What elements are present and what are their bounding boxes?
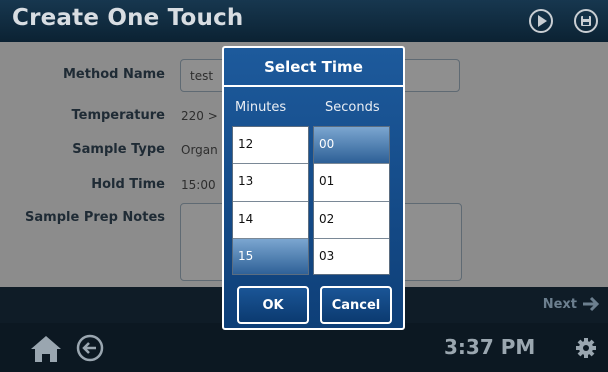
save-icon bbox=[581, 16, 591, 26]
temperature-value[interactable]: 220 > bbox=[181, 109, 218, 123]
sample-type-value[interactable]: Organ bbox=[181, 143, 218, 157]
save-button[interactable] bbox=[574, 9, 598, 33]
minute-option[interactable]: 13 bbox=[233, 164, 308, 202]
minute-option[interactable]: 12 bbox=[233, 127, 308, 165]
cancel-button[interactable]: Cancel bbox=[320, 286, 392, 324]
next-label: Next bbox=[542, 296, 577, 312]
home-icon[interactable] bbox=[30, 335, 62, 363]
seconds-picker[interactable]: 00 01 02 03 bbox=[313, 126, 390, 275]
minute-option-selected[interactable]: 15 bbox=[233, 238, 308, 274]
page-title: Create One Touch bbox=[12, 5, 244, 31]
minutes-header: Minutes bbox=[235, 100, 287, 115]
hold-time-label: Hold Time bbox=[91, 177, 165, 192]
sample-type-label: Sample Type bbox=[72, 142, 165, 157]
sample-prep-notes-label: Sample Prep Notes bbox=[25, 210, 165, 225]
arrow-right-icon bbox=[583, 296, 600, 312]
clock: 3:37 PM bbox=[444, 335, 536, 359]
minutes-picker[interactable]: 12 13 14 15 bbox=[232, 126, 309, 275]
second-option[interactable]: 01 bbox=[314, 164, 389, 202]
temperature-label: Temperature bbox=[71, 108, 165, 123]
seconds-header: Seconds bbox=[325, 100, 380, 115]
next-button[interactable]: Next bbox=[543, 296, 600, 312]
back-icon[interactable] bbox=[76, 334, 104, 362]
play-button[interactable] bbox=[529, 9, 553, 33]
second-option-selected[interactable]: 00 bbox=[314, 127, 389, 165]
hold-time-value[interactable]: 15:00 bbox=[181, 178, 216, 192]
bottom-bar: 3:37 PM bbox=[0, 323, 608, 372]
second-option[interactable]: 02 bbox=[314, 201, 389, 239]
header-bar: Create One Touch bbox=[0, 0, 608, 42]
select-time-dialog: Select Time Minutes Seconds 12 13 14 15 … bbox=[222, 46, 405, 330]
dialog-title: Select Time bbox=[264, 58, 363, 76]
method-name-value: test bbox=[190, 69, 214, 83]
dialog-divider bbox=[224, 85, 403, 87]
ok-button[interactable]: OK bbox=[237, 286, 309, 324]
minute-option[interactable]: 14 bbox=[233, 201, 308, 239]
method-name-label: Method Name bbox=[62, 67, 165, 82]
second-option[interactable]: 03 bbox=[314, 238, 389, 274]
gear-icon[interactable] bbox=[575, 337, 597, 359]
play-icon bbox=[538, 15, 547, 27]
